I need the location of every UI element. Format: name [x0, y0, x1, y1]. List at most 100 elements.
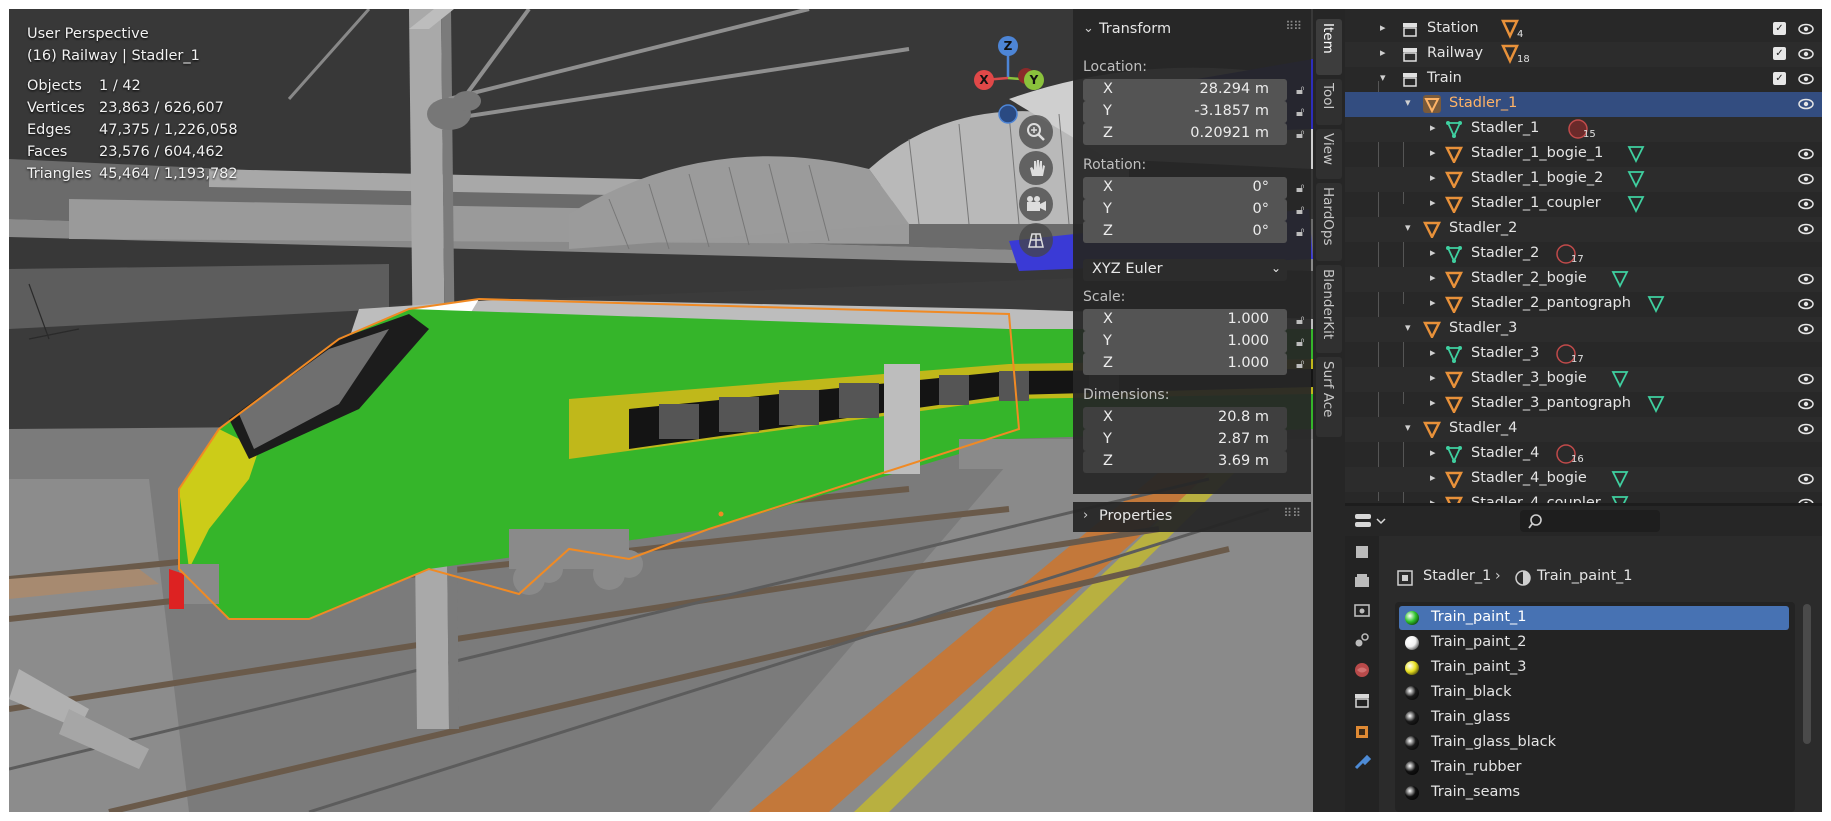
outliner-object-stadler-4-bogie[interactable]: ▸ Stadler_4_bogie: [1345, 467, 1822, 492]
gizmo-z-axis[interactable]: Z: [998, 36, 1018, 56]
outliner-collection-station[interactable]: ▸ Station 4 ✓: [1345, 17, 1822, 42]
material-slot[interactable]: Train_glass_black: [1399, 731, 1789, 755]
scale-z-field[interactable]: Z 1.000: [1083, 353, 1287, 375]
outliner-mesh-stadler-2[interactable]: ▸ Stadler_2 17: [1345, 242, 1822, 267]
outliner-object-stadler-2-bogie[interactable]: ▸ Stadler_2_bogie: [1345, 267, 1822, 292]
gizmo-y-axis[interactable]: Y: [1024, 70, 1044, 90]
exclude-checkbox[interactable]: ✓: [1773, 22, 1786, 35]
eye-icon[interactable]: [1798, 171, 1814, 187]
eye-icon[interactable]: [1798, 96, 1814, 112]
eye-icon[interactable]: [1798, 196, 1814, 212]
eye-icon[interactable]: [1798, 396, 1814, 412]
rotation-mode-dropdown[interactable]: XYZ Euler ⌄: [1083, 259, 1287, 281]
chevron-right-icon[interactable]: ▸: [1430, 346, 1442, 359]
output-tab-icon[interactable]: [1350, 598, 1374, 622]
chevron-down-icon[interactable]: ▾: [1405, 96, 1417, 109]
chevron-right-icon[interactable]: ▸: [1430, 396, 1442, 409]
chevron-right-icon[interactable]: ▸: [1430, 296, 1442, 309]
drag-grip-icon[interactable]: ⠿⠿: [1283, 506, 1301, 520]
scale-y-field[interactable]: Y 1.000: [1083, 331, 1287, 353]
camera-view-icon[interactable]: [1019, 187, 1053, 221]
eye-icon[interactable]: [1798, 471, 1814, 487]
eye-icon[interactable]: [1798, 421, 1814, 437]
dimensions-x-field[interactable]: X 20.8 m: [1083, 407, 1287, 429]
material-slot[interactable]: Train_seams: [1399, 781, 1789, 805]
outliner-collection-railway[interactable]: ▸ Railway 18 ✓: [1345, 42, 1822, 67]
location-x-field[interactable]: X 28.294 m: [1083, 79, 1287, 101]
outliner-mesh-stadler-1[interactable]: ▸ Stadler_1 15: [1345, 117, 1822, 142]
tab-surf-ace[interactable]: Surf Ace: [1316, 357, 1342, 437]
eye-icon[interactable]: [1798, 21, 1814, 37]
lock-icon[interactable]: 🔓︎: [1296, 181, 1310, 196]
tab-view[interactable]: View: [1316, 129, 1342, 179]
drag-grip-icon[interactable]: ⠿⠿: [1285, 19, 1302, 33]
chevron-right-icon[interactable]: ▸: [1430, 496, 1442, 503]
lock-icon[interactable]: 🔓︎: [1296, 203, 1310, 218]
exclude-checkbox[interactable]: ✓: [1773, 47, 1786, 60]
lock-icon[interactable]: 🔓︎: [1296, 83, 1310, 98]
material-list-scrollbar[interactable]: [1803, 604, 1811, 744]
outliner-object-stadler-1-coupler[interactable]: ▸ Stadler_1_coupler: [1345, 192, 1822, 217]
view-layer-tab-icon[interactable]: [1350, 628, 1374, 652]
outliner-mesh-stadler-3[interactable]: ▸ Stadler_3 17: [1345, 342, 1822, 367]
tab-tool[interactable]: Tool: [1316, 79, 1342, 125]
material-slot[interactable]: Train_rubber: [1399, 756, 1789, 780]
chevron-right-icon[interactable]: ▸: [1430, 371, 1442, 384]
chevron-right-icon[interactable]: ▸: [1430, 121, 1442, 134]
pan-hand-icon[interactable]: [1019, 151, 1053, 185]
chevron-right-icon[interactable]: ▸: [1430, 196, 1442, 209]
material-slot[interactable]: Train_paint_2: [1399, 631, 1789, 655]
eye-icon[interactable]: [1798, 321, 1814, 337]
3d-viewport[interactable]: User Perspective (16) Railway | Stadler_…: [9, 9, 1313, 812]
chevron-right-icon[interactable]: ▸: [1430, 271, 1442, 284]
outliner-object-stadler-3-bogie[interactable]: ▸ Stadler_3_bogie: [1345, 367, 1822, 392]
chevron-down-icon[interactable]: ▾: [1405, 421, 1417, 434]
lock-icon[interactable]: 🔓︎: [1296, 127, 1310, 142]
outliner-object-stadler-4[interactable]: ▾ Stadler_4: [1345, 417, 1822, 442]
tab-hardops[interactable]: HardOps: [1316, 183, 1342, 261]
lock-icon[interactable]: 🔓︎: [1296, 357, 1310, 372]
tab-blenderkit[interactable]: BlenderKit: [1316, 265, 1342, 353]
world-tab-icon[interactable]: [1350, 658, 1374, 682]
outliner-object-stadler-4-coupler[interactable]: ▸ Stadler_4_coupler: [1345, 492, 1822, 503]
outliner-object-stadler-3-pantograph[interactable]: ▸ Stadler_3_pantograph: [1345, 392, 1822, 417]
search-input[interactable]: [1520, 510, 1660, 532]
material-slot[interactable]: Train_paint_1: [1399, 606, 1789, 630]
location-z-field[interactable]: Z 0.20921 m: [1083, 123, 1287, 145]
lock-icon[interactable]: 🔓︎: [1296, 105, 1310, 120]
lock-icon[interactable]: 🔓︎: [1296, 225, 1310, 240]
chevron-right-icon[interactable]: ▸: [1380, 46, 1392, 59]
eye-icon[interactable]: [1798, 221, 1814, 237]
chevron-right-icon[interactable]: ▸: [1430, 171, 1442, 184]
outliner-collection-train[interactable]: ▾ Train ✓: [1345, 67, 1822, 92]
chevron-down-icon[interactable]: ▾: [1405, 221, 1417, 234]
gizmo-x-axis[interactable]: X: [974, 70, 994, 90]
tab-item[interactable]: Item: [1316, 19, 1342, 75]
eye-icon[interactable]: [1798, 296, 1814, 312]
render-tab-icon[interactable]: [1350, 568, 1374, 592]
chevron-right-icon[interactable]: ▸: [1380, 21, 1392, 34]
rotation-x-field[interactable]: X 0°: [1083, 177, 1287, 199]
outliner-object-stadler-1-bogie-2[interactable]: ▸ Stadler_1_bogie_2: [1345, 167, 1822, 192]
dimensions-y-field[interactable]: Y 2.87 m: [1083, 429, 1287, 451]
navigation-gizmo[interactable]: Z X Y: [964, 24, 1064, 134]
lock-icon[interactable]: 🔓︎: [1296, 335, 1310, 350]
scale-x-field[interactable]: X 1.000: [1083, 309, 1287, 331]
perspective-toggle-icon[interactable]: [1019, 223, 1053, 257]
outliner-mesh-stadler-4[interactable]: ▸ Stadler_4 16: [1345, 442, 1822, 467]
location-y-field[interactable]: Y -3.1857 m: [1083, 101, 1287, 123]
chevron-right-icon[interactable]: ▸: [1430, 146, 1442, 159]
material-slot[interactable]: Train_black: [1399, 681, 1789, 705]
object-tab-icon[interactable]: [1350, 720, 1374, 744]
outliner-object-stadler-3[interactable]: ▾ Stadler_3: [1345, 317, 1822, 342]
eye-icon[interactable]: [1798, 371, 1814, 387]
outliner-object-stadler-1-bogie-1[interactable]: ▸ Stadler_1_bogie_1: [1345, 142, 1822, 167]
material-slot[interactable]: Train_paint_3: [1399, 656, 1789, 680]
chevron-right-icon[interactable]: ▸: [1430, 471, 1442, 484]
outliner-object-stadler-2-pantograph[interactable]: ▸ Stadler_2_pantograph: [1345, 292, 1822, 317]
editor-type-dropdown[interactable]: [1353, 511, 1387, 531]
material-slot[interactable]: Train_glass: [1399, 706, 1789, 730]
rotation-z-field[interactable]: Z 0°: [1083, 221, 1287, 243]
modifier-tab-icon[interactable]: [1350, 750, 1374, 774]
rotation-y-field[interactable]: Y 0°: [1083, 199, 1287, 221]
